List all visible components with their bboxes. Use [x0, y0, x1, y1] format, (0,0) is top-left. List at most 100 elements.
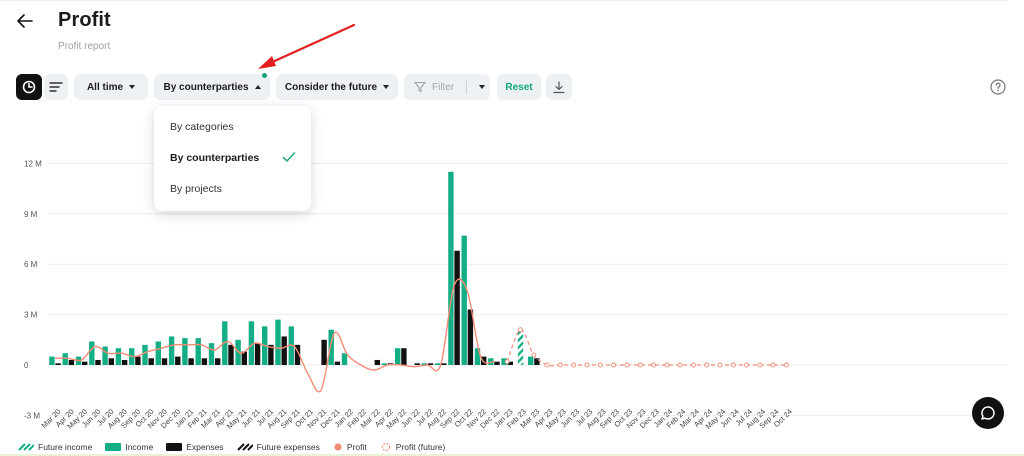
- income-bar: [155, 341, 161, 365]
- profit-future-point: [597, 362, 603, 368]
- legend-label: Profit (future): [395, 442, 446, 452]
- expense-bar: [68, 359, 75, 365]
- expense-bar: [201, 358, 208, 365]
- income-bar: [341, 353, 348, 365]
- legend-swatch-icon: [380, 442, 392, 452]
- expense-bar: [441, 363, 447, 365]
- profit-future-point: [690, 362, 696, 368]
- expense-bar: [108, 358, 114, 365]
- expense-bar: [135, 356, 141, 365]
- income-bar: [448, 171, 454, 365]
- dropdown-item-by-projects[interactable]: By projects: [170, 183, 222, 195]
- profit-future-point: [531, 352, 537, 358]
- legend-swatch-icon: [105, 443, 122, 451]
- income-bar: [275, 319, 281, 365]
- expense-bar: [148, 358, 154, 365]
- legend-item[interactable]: Future expenses: [236, 442, 320, 452]
- legend-label: Future expenses: [256, 442, 320, 452]
- expense-bar: [534, 358, 540, 365]
- profit-future-point: [518, 327, 523, 333]
- profit-future-point: [651, 362, 656, 368]
- expense-bar: [175, 356, 181, 365]
- legend-swatch-icon: [333, 442, 343, 452]
- expense-bar: [188, 358, 194, 365]
- y-tick-label: 12 M: [24, 159, 42, 168]
- profit-future-point: [637, 362, 643, 368]
- legend-item[interactable]: Profit: [333, 442, 367, 452]
- income-bar: [49, 356, 55, 365]
- future-income-bar: [517, 329, 524, 365]
- y-tick-label: 6 M: [24, 260, 38, 269]
- expense-bar: [82, 361, 88, 365]
- income-bar: [195, 338, 201, 365]
- y-tick-label: 9 M: [24, 210, 38, 219]
- expense-bar: [161, 358, 168, 365]
- income-bar: [395, 348, 401, 365]
- expense-bar: [374, 359, 380, 365]
- legend-label: Future income: [38, 442, 93, 452]
- chart-legend: Future income Income Expenses Future expens…: [18, 441, 458, 453]
- income-bar: [102, 346, 108, 365]
- expense-bar: [254, 343, 261, 365]
- expense-bar: [121, 359, 128, 365]
- income-bar: [182, 338, 188, 365]
- expense-bar: [454, 250, 460, 365]
- profit-future-point: [571, 362, 577, 368]
- legend-swatch-icon: [18, 443, 34, 451]
- legend-label: Profit: [346, 442, 367, 452]
- legend-label: Expenses: [186, 442, 224, 452]
- profit-future-point: [584, 362, 590, 368]
- expense-bar: [401, 348, 407, 365]
- profit-future-point: [504, 359, 510, 365]
- y-tick-label: 3 M: [24, 311, 38, 320]
- profit-future-point: [744, 362, 750, 368]
- profit-future-point: [677, 362, 683, 368]
- y-tick-label: 0: [24, 361, 29, 370]
- grouping-dropdown-menu: By categories By counterparties By proje…: [154, 106, 311, 211]
- profit-future-point: [624, 362, 630, 368]
- expense-bar: [414, 363, 420, 365]
- legend-swatch-icon: [166, 443, 183, 451]
- expense-bar: [334, 361, 341, 365]
- x-axis-ticks: Mar 20Apr 20May 20Jun 20Jul 20Aug 20Sep …: [40, 407, 794, 431]
- income-bar: [142, 344, 148, 365]
- profit-future-point: [557, 362, 563, 368]
- profit-future-point: [704, 362, 710, 368]
- chat-bubble-icon: [981, 406, 995, 420]
- profit-line: [54, 278, 495, 393]
- income-bar: [461, 235, 467, 365]
- legend-item[interactable]: Expenses: [166, 442, 224, 452]
- profit-future-point: [770, 362, 776, 368]
- chat-button[interactable]: [972, 397, 1004, 429]
- expense-bar: [95, 359, 101, 365]
- profit-future-point: [611, 362, 617, 368]
- expense-bar: [494, 361, 500, 365]
- income-bar: [208, 343, 215, 365]
- dropdown-item-by-categories[interactable]: By categories: [170, 121, 234, 133]
- income-bar: [168, 336, 175, 365]
- dropdown-item-by-counterparties[interactable]: By counterparties: [170, 152, 259, 164]
- legend-item[interactable]: Profit (future): [380, 442, 446, 452]
- income-bar: [434, 363, 441, 365]
- checkmark-icon: [282, 152, 296, 162]
- expense-bar: [215, 358, 221, 365]
- legend-label: Income: [125, 442, 154, 452]
- legend-item[interactable]: Income: [105, 442, 153, 452]
- profit-future-point: [544, 362, 550, 368]
- profit-future-line: [506, 329, 787, 367]
- income-bar: [62, 353, 68, 365]
- income-bar: [528, 356, 534, 365]
- legend-item[interactable]: Future income: [18, 442, 92, 452]
- annotation-arrow: [258, 23, 356, 69]
- profit-future-point: [757, 362, 763, 368]
- y-axis-ticks: -3 M 0 3 M 6 M 9 M 12 M: [24, 159, 42, 420]
- income-bar: [115, 348, 122, 365]
- expense-bar: [281, 336, 287, 365]
- profit-future-point: [664, 362, 670, 368]
- profit-future-point: [717, 362, 723, 368]
- expense-bar: [321, 339, 327, 365]
- income-bar: [89, 341, 95, 365]
- expense-bar: [228, 344, 234, 365]
- legend-swatch-icon: [236, 443, 253, 451]
- expense-bar: [55, 363, 61, 365]
